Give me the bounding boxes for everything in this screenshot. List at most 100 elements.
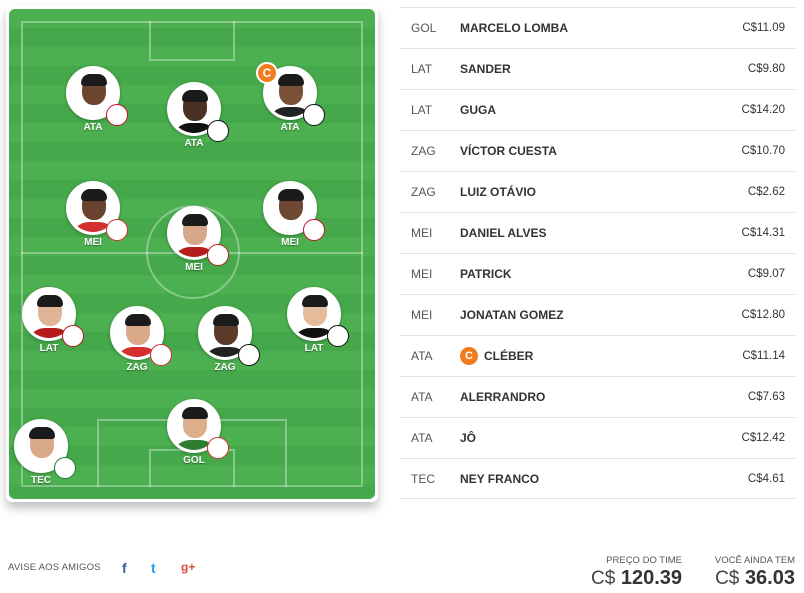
remaining-budget: VOCÊ AINDA TEM C$ 36.03 [715,555,795,590]
player-name-cell: LUIZ OTÁVIO [460,185,705,199]
remaining-label: VOCÊ AINDA TEM [714,555,795,566]
roster-row[interactable]: TEC NEY FRANCO C$4.61 [400,458,795,499]
roster-row[interactable]: MEI JONATAN GOMEZ C$12.80 [400,294,795,335]
player-price: C$14.31 [741,227,785,239]
team-price-label: PREÇO DO TIME [606,555,682,566]
player-slot-tec[interactable]: TEC [9,419,81,486]
captain-icon: C [460,347,478,365]
player-name-cell: MARCELO LOMBA [460,21,705,35]
player-slot-ata3[interactable]: ATA C [250,62,330,133]
player-price: C$11.14 [742,350,785,362]
player-position: ZAG [411,185,436,199]
player-slot-gol[interactable]: GOL [154,399,234,466]
player-price: C$12.42 [741,432,785,444]
club-badge-icon [62,325,84,347]
player-slot-ata2[interactable]: ATA [154,82,234,149]
player-position: TEC [411,471,435,486]
player-position: ATA [411,390,433,404]
player-name-cell: ALERRANDRO [460,390,705,404]
share-label: AVISE AOS AMIGOS [8,562,101,573]
roster-row[interactable]: ATA ALERRANDRO C$7.63 [400,376,795,417]
player-price: C$9.80 [747,63,785,75]
roster-row[interactable]: GOL MARCELO LOMBA C$11.09 [400,7,795,48]
player-name-cell: NEY FRANCO [460,472,705,486]
roster-row[interactable]: LAT GUGA C$14.20 [400,89,795,130]
player-position: LAT [411,103,433,117]
player-position: MEI [411,226,433,240]
club-badge-icon [150,344,172,366]
roster-row[interactable]: ATA C CLÉBER C$11.14 [400,335,795,376]
player-position: MEI [411,267,433,281]
club-badge-icon [207,244,229,266]
player-slot-zag1[interactable]: ZAG [97,306,177,373]
player-position: ATA [411,349,433,363]
player-name-cell: DANIEL ALVES [460,226,705,240]
player-name-cell: PATRICK [460,267,705,281]
player-slot-ata1[interactable]: ATA [53,66,133,133]
player-name: DANIEL ALVES [460,226,547,240]
player-name: JÔ [460,431,477,445]
player-price: C$2.62 [747,186,785,198]
player-name: CLÉBER [484,349,534,363]
player-name: SANDER [460,62,511,76]
club-badge-icon [106,104,128,126]
player-name: LUIZ OTÁVIO [460,185,536,199]
lineup-screen: ATA ATA ATA C MEI MEI MEI LAT ZAG ZAG LAT TEC GOL GO… [0,0,804,593]
player-position: MEI [411,308,433,322]
player-name: JONATAN GOMEZ [460,308,564,322]
club-badge-icon [54,457,76,479]
google-plus-icon[interactable]: g+ [181,560,195,574]
top-goal-area [149,21,235,61]
player-name-cell: VÍCTOR CUESTA [460,144,705,158]
player-name-cell: JÔ [460,431,705,445]
player-name: MARCELO LOMBA [460,21,568,35]
player-price: C$7.63 [747,391,785,403]
roster-row[interactable]: MEI DANIEL ALVES C$14.31 [400,212,795,253]
player-name-cell: GUGA [460,103,705,117]
player-name: VÍCTOR CUESTA [460,144,557,158]
player-slot-mei1[interactable]: MEI [53,181,133,248]
player-name-cell: JONATAN GOMEZ [460,308,705,322]
player-name: GUGA [460,103,496,117]
twitter-icon[interactable]: t [151,560,156,576]
roster-row[interactable]: LAT SANDER C$9.80 [400,48,795,89]
club-badge-icon [207,120,229,142]
remaining-amount: C$ 36.03 [715,567,795,589]
roster-row[interactable]: ZAG LUIZ OTÁVIO C$2.62 [400,171,795,212]
club-badge-icon [238,344,260,366]
player-price: C$12.80 [741,309,785,321]
field-card: ATA ATA ATA C MEI MEI MEI LAT ZAG ZAG LAT TEC GOL [6,6,378,502]
player-position: ZAG [411,144,436,158]
player-slot-lat2[interactable]: LAT [274,287,354,354]
roster-row[interactable]: MEI PATRICK C$9.07 [400,253,795,294]
player-slot-zag2[interactable]: ZAG [185,306,265,373]
player-slot-lat1[interactable]: LAT [9,287,89,354]
team-price-amount: C$ 120.39 [590,567,682,589]
club-badge-icon [207,437,229,459]
club-badge-icon [303,219,325,241]
player-name-cell: SANDER [460,62,705,76]
player-slot-mei3[interactable]: MEI [250,181,330,248]
club-badge-icon [303,104,325,126]
soccer-field: ATA ATA ATA C MEI MEI MEI LAT ZAG ZAG LAT TEC GOL [9,9,375,499]
roster-row[interactable]: ATA JÔ C$12.42 [400,417,795,458]
player-price: C$4.61 [747,472,785,485]
player-position: ATA [411,431,433,445]
roster-table: GOL MARCELO LOMBA C$11.09 LAT SANDER C$9.80 LA… [400,7,795,499]
player-price: C$9.07 [747,268,785,280]
player-name: PATRICK [460,267,512,281]
facebook-icon[interactable]: f [122,560,127,576]
captain-icon: C [256,62,278,84]
player-position: LAT [411,62,433,76]
player-position: GOL [411,21,437,35]
player-name-cell: C CLÉBER [460,347,705,365]
team-price: PREÇO DO TIME C$ 120.39 [591,555,682,590]
roster-row[interactable]: ZAG VÍCTOR CUESTA C$10.70 [400,130,795,171]
player-name: ALERRANDRO [460,390,546,404]
player-price: C$11.09 [742,22,785,34]
player-price: C$10.70 [741,145,785,157]
club-badge-icon [106,219,128,241]
player-price: C$14.20 [741,104,785,116]
player-name: NEY FRANCO [460,471,540,486]
player-slot-mei2[interactable]: MEI [154,206,234,273]
